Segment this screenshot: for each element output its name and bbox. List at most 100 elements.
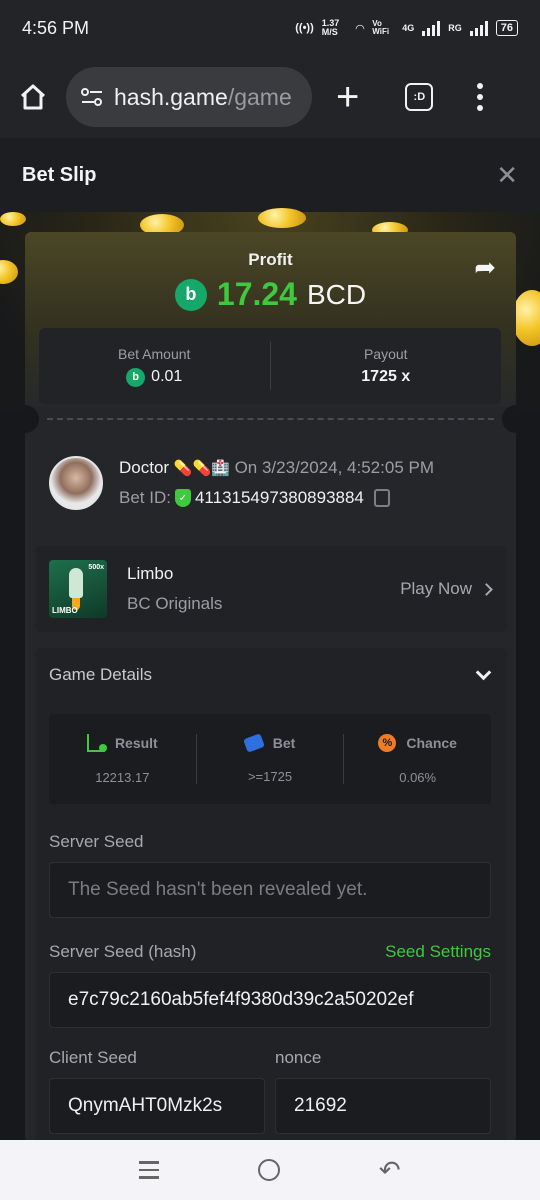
signal-icon-1 — [422, 20, 441, 36]
page-title: Bet Slip — [22, 163, 97, 186]
profit-currency: BCD — [306, 278, 367, 310]
user-name-line: Doctor 💊💊🏥 On 3/23/2024, 4:52:05 PM — [119, 458, 434, 478]
chevron-right-icon — [480, 582, 493, 596]
stat-result-header: Result — [86, 733, 158, 752]
server-seed-field[interactable]: The Seed hasn't been revealed yet. — [49, 862, 491, 918]
status-time: 4:56 PM — [22, 17, 90, 38]
vowifi-label: Vo WiFi — [372, 19, 390, 36]
bet-amounts-panel: Bet Amount b 0.01 Payout 1725 x — [39, 328, 501, 404]
signal-icon-2 — [469, 20, 488, 36]
client-seed-label: Client Seed — [49, 1048, 137, 1067]
home-icon[interactable] — [18, 82, 48, 112]
profit-row: b 17.24 BCD — [25, 276, 516, 313]
stat-bet-header: Bet — [242, 732, 296, 753]
game-details-header[interactable]: Game Details — [35, 648, 507, 702]
game-row[interactable]: 500x LIMBO Limbo BC Originals Play Now — [35, 546, 507, 632]
user-emoji: 💊💊🏥 — [173, 460, 230, 477]
seed-settings-link[interactable]: Seed Settings — [385, 942, 491, 962]
ticket-dashed-divider — [47, 418, 494, 420]
network-rg-label: RG — [448, 23, 462, 33]
url-host: hash.game — [114, 83, 228, 110]
bet-id-label: Bet ID: — [119, 488, 171, 507]
game-provider: BC Originals — [127, 594, 223, 613]
close-icon[interactable]: ✕ — [496, 160, 518, 191]
game-name: Limbo — [127, 564, 174, 583]
thumb-tag: LIMBO — [52, 606, 78, 615]
stat-result-label: Result — [114, 734, 158, 751]
payout-section: Payout 1725 x — [271, 328, 502, 404]
bet-amount-label: Bet Amount — [118, 345, 191, 362]
back-icon[interactable]: ↶ — [379, 1155, 401, 1186]
profit-label: Profit — [248, 250, 293, 269]
status-bar: 4:56 PM ((•)) 1.37 M/S ◠ Vo WiFi 4G RG 7… — [0, 0, 540, 56]
thumb-multiplier: 500x — [88, 564, 104, 571]
hotspot-icon: ((•)) — [295, 22, 314, 34]
bet-amount-value: 0.01 — [151, 368, 183, 385]
nonce-label: nonce — [275, 1048, 322, 1067]
bcd-coin-icon: b — [174, 278, 207, 311]
site-settings-icon[interactable] — [80, 87, 104, 107]
play-now-link[interactable]: Play Now — [400, 579, 493, 599]
stat-bet: Bet >=1725 — [197, 714, 344, 804]
ticket-notch-right — [502, 405, 516, 433]
server-seed-hash-label: Server Seed (hash) — [49, 942, 197, 961]
server-seed-label: Server Seed — [49, 832, 144, 851]
server-seed-hash-field[interactable]: e7c79c2160ab5fef4f9380d39c2a50202ef — [49, 972, 491, 1028]
new-tab-button[interactable]: + — [336, 77, 359, 117]
stat-chance: % Chance 0.06% — [344, 714, 491, 804]
game-stats: Result 12213.17 Bet >=1725 % Chance 0.06% — [49, 714, 491, 804]
bet-amount-section: Bet Amount b 0.01 — [39, 328, 270, 404]
profit-value: 17.24 — [216, 276, 297, 312]
stat-chance-header: % Chance — [378, 733, 457, 752]
bet-id-line: Bet ID: ✓ 411315497380893884 — [119, 488, 434, 508]
tab-switcher-button[interactable]: :D — [405, 83, 434, 111]
rocket-icon — [69, 568, 83, 598]
stat-bet-value: >=1725 — [247, 768, 293, 784]
game-thumbnail: 500x LIMBO — [49, 560, 107, 618]
status-icons: ((•)) 1.37 M/S ◠ Vo WiFi 4G RG 76 — [295, 19, 518, 37]
url-bar[interactable]: hash.game/game — [66, 67, 312, 127]
system-nav-bar: ↶ — [0, 1140, 540, 1200]
bet-date: On 3/23/2024, 4:52:05 PM — [234, 458, 434, 477]
coin-decoration — [512, 290, 540, 346]
avatar[interactable] — [49, 456, 103, 510]
bet-id-value: 411315497380893884 — [194, 488, 364, 507]
game-details-title: Game Details — [49, 665, 152, 684]
tag-icon — [242, 732, 265, 753]
verified-shield-icon: ✓ — [174, 489, 191, 507]
payout-value: 1725 x — [361, 368, 411, 385]
stat-chance-value: 0.06% — [399, 769, 437, 785]
network-speed: 1.37 M/S — [321, 18, 340, 37]
stat-bet-label: Bet — [272, 734, 296, 751]
share-icon[interactable]: ➦ — [474, 252, 496, 283]
game-info: Limbo BC Originals — [127, 564, 222, 614]
home-nav-icon[interactable] — [258, 1159, 281, 1181]
recent-apps-icon[interactable] — [139, 1161, 160, 1179]
battery-icon: 76 — [495, 20, 518, 36]
bet-slip-card: Profit b 17.24 BCD ➦ Bet Amount b 0.01 P… — [25, 232, 516, 1142]
nonce-field[interactable]: 21692 — [275, 1078, 491, 1134]
coin-decoration — [0, 260, 18, 284]
bet-slip-header: Bet Slip ✕ — [0, 138, 540, 212]
bcd-coin-icon: b — [126, 367, 146, 387]
browser-toolbar: hash.game/game + :D — [0, 56, 540, 138]
result-icon — [86, 733, 107, 752]
game-details-panel: Game Details Result 12213.17 Bet >=1725 … — [35, 648, 507, 1142]
stat-result: Result 12213.17 — [49, 714, 196, 804]
play-now-label: Play Now — [400, 579, 472, 598]
client-seed-field[interactable]: QnymAHT0Mzk2s — [49, 1078, 265, 1134]
coin-decoration — [0, 212, 26, 226]
ticket-notch-left — [25, 405, 39, 433]
user-name[interactable]: Doctor — [119, 458, 169, 477]
more-menu-icon[interactable] — [477, 83, 484, 111]
copy-icon[interactable] — [373, 489, 390, 507]
bet-amount-value-row: b 0.01 — [126, 367, 183, 387]
user-info: Doctor 💊💊🏥 On 3/23/2024, 4:52:05 PM Bet … — [119, 458, 434, 508]
stat-chance-label: Chance — [406, 734, 457, 751]
chevron-down-icon[interactable] — [475, 664, 492, 680]
stat-result-value: 12213.17 — [95, 769, 150, 785]
percent-icon: % — [378, 733, 397, 752]
user-row: Doctor 💊💊🏥 On 3/23/2024, 4:52:05 PM Bet … — [49, 456, 434, 510]
url-text: hash.game/game — [114, 84, 292, 111]
url-path: /game — [227, 83, 292, 110]
